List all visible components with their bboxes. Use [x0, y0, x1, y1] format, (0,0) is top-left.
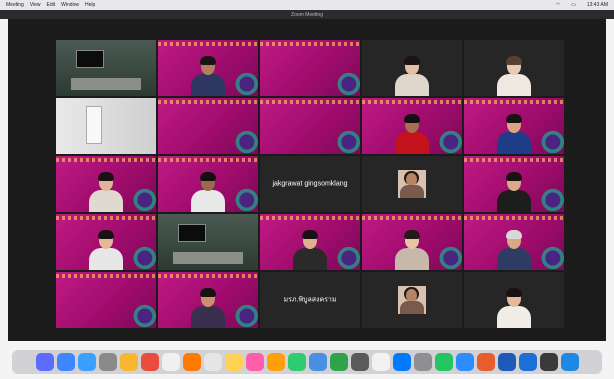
wifi-icon[interactable]: ◠	[556, 2, 560, 8]
participant-tile[interactable]	[56, 272, 156, 328]
participant-tile[interactable]	[158, 214, 258, 270]
dock-app-icon[interactable]	[308, 353, 327, 371]
participant-tile[interactable]	[56, 214, 156, 270]
dock-app-icon[interactable]	[245, 353, 264, 371]
dock-app-icon[interactable]	[539, 353, 558, 371]
participant-tile[interactable]	[158, 156, 258, 212]
menubar: Meeting View Edit Window Help ◠ ▭ 13:43 …	[0, 0, 614, 10]
dock-app-icon[interactable]	[56, 353, 75, 371]
participant-tile[interactable]	[56, 98, 156, 154]
participant-video	[497, 230, 531, 270]
participant-tile[interactable]	[260, 214, 360, 270]
participant-tile[interactable]	[362, 40, 462, 96]
participant-tile[interactable]	[362, 98, 462, 154]
participant-video	[191, 288, 225, 328]
participant-video	[395, 114, 429, 154]
participant-name: มรภ.พิบูลสงคราม	[283, 296, 337, 304]
participant-video	[89, 230, 123, 270]
dock-app-icon[interactable]	[140, 353, 159, 371]
menu-edit[interactable]: Edit	[47, 2, 56, 8]
dock-app-icon[interactable]	[476, 353, 495, 371]
battery-icon[interactable]: ▭	[571, 2, 576, 8]
participant-tile[interactable]	[56, 40, 156, 96]
participant-video	[497, 288, 531, 328]
dock-app-icon[interactable]	[35, 353, 54, 371]
status-area: ◠ ▭ 13:43 AM	[550, 2, 608, 8]
menu-help[interactable]: Help	[85, 2, 95, 8]
dock-app-icon[interactable]	[287, 353, 306, 371]
dock-app-icon[interactable]	[329, 353, 348, 371]
dock-app-icon[interactable]	[350, 353, 369, 371]
participant-tile[interactable]	[464, 214, 564, 270]
gallery-grid: jakgrawat gingsomklang มรภ.พิบูลสงคราม	[55, 39, 565, 329]
dock-app-icon[interactable]	[371, 353, 390, 371]
participant-video	[395, 230, 429, 270]
participant-video	[497, 56, 531, 96]
room-background	[158, 214, 258, 270]
dock-app-icon[interactable]	[455, 353, 474, 371]
participant-video	[191, 56, 225, 96]
participant-tile[interactable]	[158, 272, 258, 328]
menu-meeting[interactable]: Meeting	[6, 2, 24, 8]
dock-app-icon[interactable]	[224, 353, 243, 371]
window-title: Zoom Meeting	[291, 11, 323, 18]
participant-tile[interactable]: jakgrawat gingsomklang	[260, 156, 360, 212]
participant-avatar	[398, 286, 426, 314]
dock-app-icon[interactable]	[98, 353, 117, 371]
participant-tile[interactable]	[464, 98, 564, 154]
participant-tile[interactable]	[362, 214, 462, 270]
participant-tile[interactable]: มรภ.พิบูลสงคราม	[260, 272, 360, 328]
dock-app-icon[interactable]	[161, 353, 180, 371]
white-background	[56, 98, 156, 154]
dock-app-icon[interactable]	[434, 353, 453, 371]
menu-window[interactable]: Window	[61, 2, 79, 8]
dock-app-icon[interactable]	[77, 353, 96, 371]
participant-tile[interactable]	[260, 40, 360, 96]
participant-avatar	[398, 170, 426, 198]
participant-tile[interactable]	[260, 98, 360, 154]
clock-time[interactable]: 13:43 AM	[587, 2, 608, 8]
participant-tile[interactable]	[158, 98, 258, 154]
dock-app-icon[interactable]	[497, 353, 516, 371]
dock-app-icon[interactable]	[413, 353, 432, 371]
participant-tile[interactable]	[464, 156, 564, 212]
participant-tile[interactable]	[464, 272, 564, 328]
dock-app-icon[interactable]	[203, 353, 222, 371]
dock-app-icon[interactable]	[560, 353, 579, 371]
participant-name: jakgrawat gingsomklang	[272, 180, 348, 188]
zoom-meeting-window: jakgrawat gingsomklang มรภ.พิบูลสงคราม	[8, 19, 606, 341]
window-titlebar: Zoom Meeting	[0, 10, 614, 19]
participant-tile[interactable]	[362, 272, 462, 328]
dock	[12, 350, 602, 374]
dock-app-icon[interactable]	[182, 353, 201, 371]
dock-app-icon[interactable]	[392, 353, 411, 371]
participant-video	[395, 56, 429, 96]
participant-video	[497, 172, 531, 212]
participant-video	[191, 172, 225, 212]
participant-tile[interactable]	[464, 40, 564, 96]
menu-view[interactable]: View	[30, 2, 41, 8]
participant-tile[interactable]	[56, 156, 156, 212]
participant-tile[interactable]	[362, 156, 462, 212]
participant-video	[293, 230, 327, 270]
participant-video	[89, 172, 123, 212]
dock-app-icon[interactable]	[266, 353, 285, 371]
dock-app-icon[interactable]	[518, 353, 537, 371]
room-background	[56, 40, 156, 96]
participant-tile[interactable]	[158, 40, 258, 96]
dock-app-icon[interactable]	[119, 353, 138, 371]
participant-video	[497, 114, 531, 154]
